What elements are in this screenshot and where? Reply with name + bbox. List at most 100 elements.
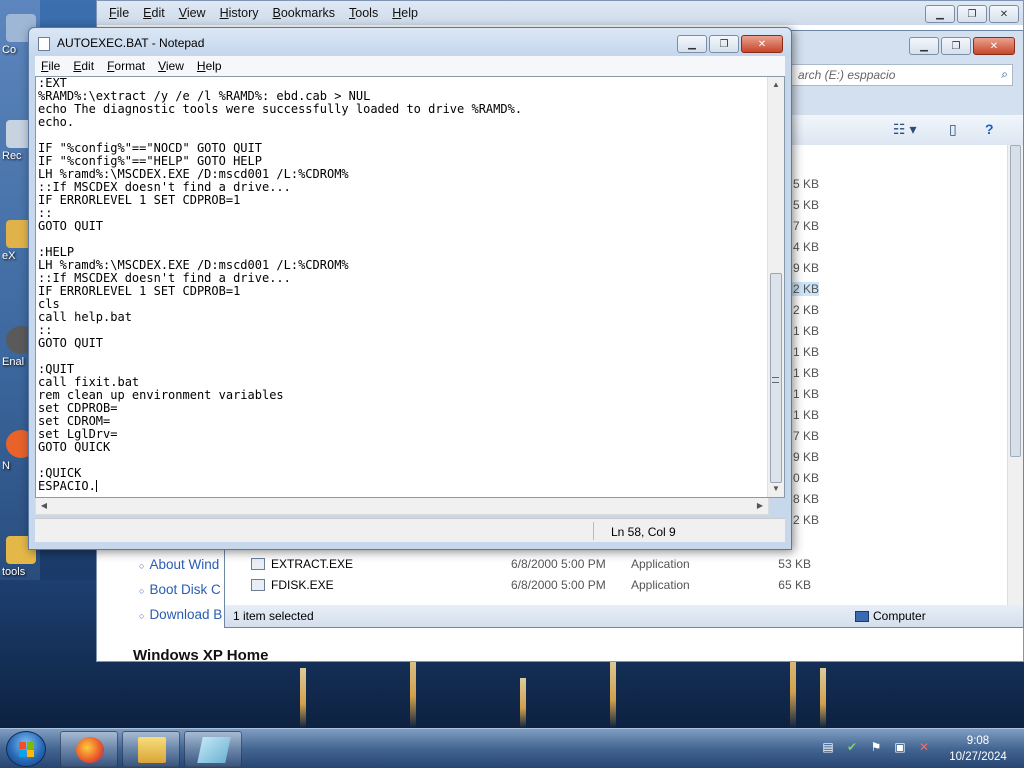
explorer-scrollbar[interactable]	[1007, 145, 1023, 605]
window-title: AUTOEXEC.BAT - Notepad	[57, 36, 205, 50]
location-status: Computer	[855, 609, 926, 623]
city-light	[520, 678, 526, 728]
file-size-cell: 9 KB	[792, 450, 819, 464]
bullet-icon: ○	[139, 611, 145, 621]
explorer-search-input[interactable]: arch (E:) esppacio ⌕	[791, 64, 1013, 86]
cursor-position: Ln 58, Col 9	[611, 525, 676, 539]
document-icon[interactable]: ▤	[820, 739, 836, 755]
maximize-button[interactable]: ❐	[957, 5, 987, 23]
volume-muted-icon[interactable]: ✕	[916, 739, 932, 755]
security-shield-icon[interactable]: ✔	[844, 739, 860, 755]
search-icon: ⌕	[1001, 67, 1008, 81]
file-size-cell: 1 KB	[792, 387, 819, 401]
link-download[interactable]: ○ Download B	[139, 603, 222, 628]
maximize-button[interactable]: ❐	[941, 37, 971, 55]
explorer-status-bar: 1 item selected Computer	[225, 605, 1023, 627]
firefox-caption-buttons: ▁ ❐ ✕	[925, 5, 1019, 23]
clock[interactable]: 9:08 10/27/2024	[940, 733, 1016, 765]
firefox-link-list: ○ About Wind ○ Boot Disk C ○ Download B	[139, 553, 222, 628]
taskbar-explorer[interactable]	[122, 731, 180, 767]
preview-pane-icon[interactable]: ▯	[949, 121, 957, 138]
file-size-cell: 9 KB	[792, 261, 819, 275]
menu-tools[interactable]: Tools	[349, 6, 378, 20]
application-icon	[251, 578, 265, 591]
bullet-icon: ○	[139, 586, 145, 596]
text-caret	[95, 480, 97, 492]
clock-date: 10/27/2024	[949, 751, 1007, 763]
file-size-cell: 5 KB	[792, 177, 819, 191]
firefox-icon	[76, 737, 104, 763]
notepad-menubar: File Edit Format View Help	[35, 56, 785, 76]
vertical-scrollbar[interactable]: ▲ ▼	[767, 77, 784, 497]
start-button[interactable]	[6, 731, 46, 767]
firefox-menubar: File Edit View History Bookmarks Tools H…	[97, 1, 1023, 25]
file-row[interactable]: FDISK.EXE 6/8/2000 5:00 PM Application 6…	[251, 574, 1023, 595]
scroll-right-arrow-icon[interactable]: ▶	[752, 498, 768, 514]
file-size-cell: 5 KB	[792, 198, 819, 212]
notepad-caption-buttons: ▁ ❐ ✕	[677, 35, 783, 53]
taskbar: ▤ ✔ ⚑ ▣ ✕ 9:08 10/27/2024	[0, 728, 1024, 768]
scrollbar-thumb[interactable]	[1010, 145, 1021, 457]
action-center-flag-icon[interactable]: ⚑	[868, 739, 884, 755]
document-text[interactable]: :EXT %RAMD%:\extract /y /e /l %RAMD%: eb…	[38, 77, 766, 493]
city-light	[610, 658, 616, 728]
notepad-text-area[interactable]: :EXT %RAMD%:\extract /y /e /l %RAMD%: eb…	[35, 76, 785, 498]
maximize-button[interactable]: ❐	[709, 35, 739, 53]
menu-edit[interactable]: Edit	[73, 59, 94, 73]
folder-icon	[138, 737, 166, 763]
file-size-cell: 2 KB	[791, 282, 819, 296]
minimize-button[interactable]: ▁	[909, 37, 939, 55]
bullet-icon: ○	[139, 561, 145, 571]
grip-icon	[772, 377, 779, 383]
menu-format[interactable]: Format	[107, 59, 145, 73]
scroll-down-arrow-icon[interactable]: ▼	[768, 481, 784, 497]
menu-edit[interactable]: Edit	[143, 6, 165, 20]
menu-file[interactable]: File	[109, 6, 129, 20]
menu-file[interactable]: File	[41, 59, 60, 73]
link-boot-disk[interactable]: ○ Boot Disk C	[139, 578, 222, 603]
scroll-left-arrow-icon[interactable]: ◀	[36, 498, 52, 514]
menu-help[interactable]: Help	[392, 6, 418, 20]
menu-history[interactable]: History	[220, 6, 259, 20]
notepad-icon	[197, 737, 231, 763]
city-light	[300, 668, 306, 728]
file-size-cell: 0 KB	[792, 471, 819, 485]
menu-bookmarks[interactable]: Bookmarks	[273, 6, 336, 20]
link-about-windows[interactable]: ○ About Wind	[139, 553, 222, 578]
explorer-caption-buttons: ▁ ❐ ✕	[909, 37, 1015, 55]
help-icon[interactable]: ?	[985, 121, 994, 137]
file-row[interactable]: EXTRACT.EXE 6/8/2000 5:00 PM Application…	[251, 553, 1023, 574]
computer-icon	[855, 610, 869, 622]
file-size-cell: 1 KB	[792, 345, 819, 359]
clock-time: 9:08	[966, 735, 990, 747]
notepad-icon	[38, 37, 50, 51]
minimize-button[interactable]: ▁	[677, 35, 707, 53]
close-button[interactable]: ✕	[741, 35, 783, 53]
notepad-window: AUTOEXEC.BAT - Notepad ▁ ❐ ✕ File Edit F…	[28, 27, 792, 550]
file-size-cell: 7 KB	[792, 429, 819, 443]
firefox-page-heading: Windows XP Home	[133, 647, 269, 664]
application-icon	[251, 557, 265, 570]
system-tray: ▤ ✔ ⚑ ▣ ✕	[820, 739, 932, 755]
menu-help[interactable]: Help	[197, 59, 222, 73]
view-options-icon[interactable]: ☷ ▾	[893, 121, 916, 138]
file-size-cell: 2 KB	[792, 513, 819, 527]
horizontal-scrollbar[interactable]: ◀ ▶	[35, 498, 769, 515]
scroll-up-arrow-icon[interactable]: ▲	[768, 77, 784, 93]
notepad-status-bar: Ln 58, Col 9	[35, 518, 785, 542]
status-divider	[593, 522, 594, 540]
file-size-cell: 1 KB	[792, 366, 819, 380]
taskbar-firefox[interactable]	[60, 731, 118, 767]
close-button[interactable]: ✕	[973, 37, 1015, 55]
network-icon[interactable]: ▣	[892, 739, 908, 755]
menu-view[interactable]: View	[179, 6, 206, 20]
taskbar-notepad[interactable]	[184, 731, 242, 767]
file-size-cell: 2 KB	[792, 303, 819, 317]
minimize-button[interactable]: ▁	[925, 5, 955, 23]
file-size-cell: 8 KB	[792, 492, 819, 506]
close-button[interactable]: ✕	[989, 5, 1019, 23]
file-size-cell: 1 KB	[792, 408, 819, 422]
menu-view[interactable]: View	[158, 59, 184, 73]
file-size-cell: 7 KB	[792, 219, 819, 233]
file-size-cell: 4 KB	[792, 240, 819, 254]
